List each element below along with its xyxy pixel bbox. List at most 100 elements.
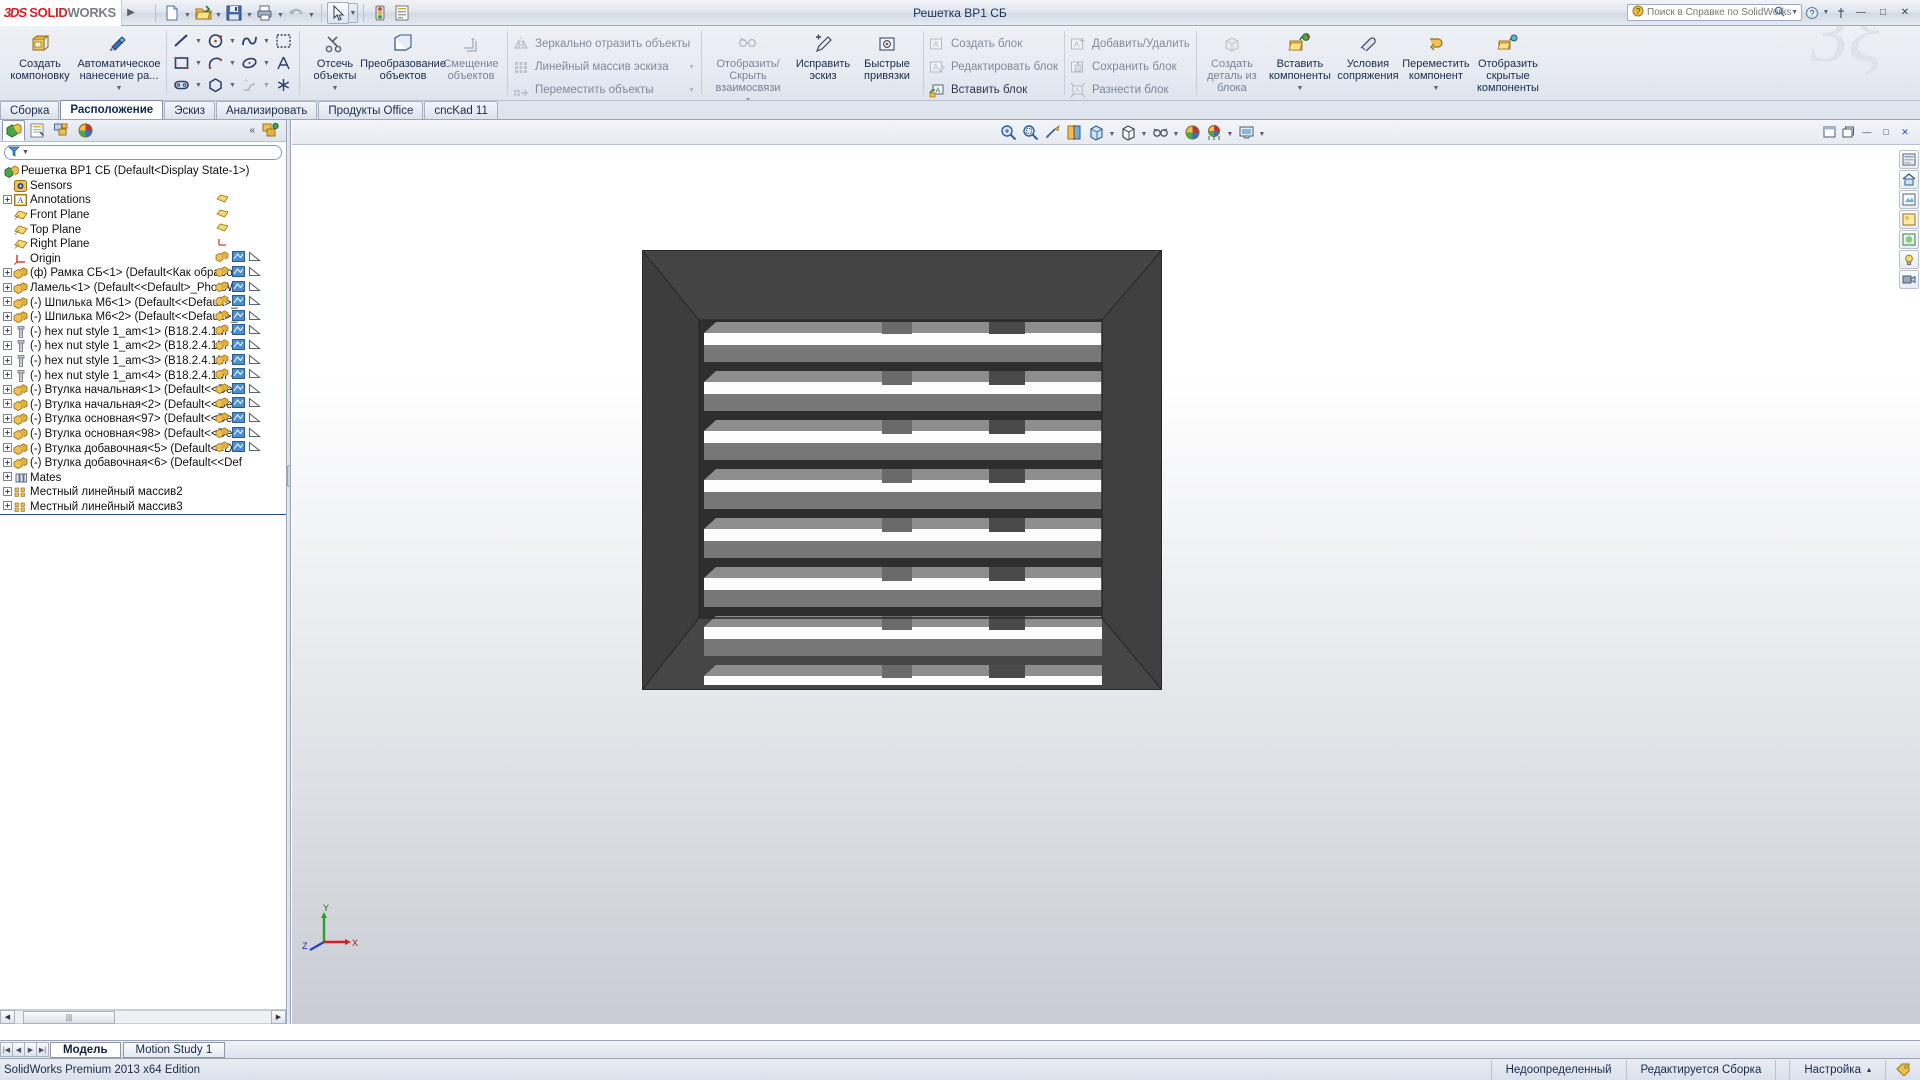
- cameras-side-icon[interactable]: [1899, 270, 1919, 289]
- fillet-dropdown-icon[interactable]: ▼: [261, 82, 272, 89]
- move-component-button[interactable]: Переместить компонент ▼: [1400, 28, 1472, 95]
- tree-expand-icon[interactable]: [2, 194, 13, 206]
- lights-side-icon[interactable]: [1899, 250, 1919, 269]
- tree-expand-icon[interactable]: [2, 326, 13, 337]
- maximize-document-button[interactable]: □: [1877, 124, 1895, 140]
- tab-assembly[interactable]: Сборка: [0, 101, 60, 119]
- view-settings-icon[interactable]: [1235, 121, 1257, 143]
- tree-expand-icon[interactable]: [2, 443, 13, 454]
- tab-evaluate[interactable]: Анализировать: [215, 101, 318, 119]
- filter-dropdown-icon[interactable]: ▼: [22, 149, 29, 156]
- tree-filter-input[interactable]: ▼: [4, 144, 282, 160]
- hide-show-items-dropdown-icon[interactable]: ▼: [1171, 121, 1181, 143]
- tree-expand-icon[interactable]: [2, 399, 13, 410]
- show-hidden-components-button[interactable]: Отобразить скрытые компоненты: [1472, 28, 1544, 94]
- line-icon[interactable]: [170, 31, 193, 51]
- configuration-manager-tab[interactable]: [50, 120, 73, 141]
- edit-block-button[interactable]: A Редактировать блок: [927, 56, 1060, 78]
- home-view-icon[interactable]: [1899, 170, 1919, 189]
- move-entities-button[interactable]: Переместить объекты ▼: [511, 79, 697, 100]
- arc-icon[interactable]: [204, 53, 227, 73]
- trim-entities-button[interactable]: Отсечь объекты ▼: [303, 28, 367, 95]
- tree-expand-icon[interactable]: [2, 501, 13, 512]
- restore-document-icon[interactable]: [1839, 124, 1857, 140]
- section-view-icon[interactable]: [1063, 121, 1085, 143]
- apply-scene-dropdown-icon[interactable]: ▼: [1225, 121, 1235, 143]
- tree-expand-icon[interactable]: [2, 282, 13, 294]
- scroll-thumb[interactable]: |||: [23, 1011, 115, 1024]
- feature-tree[interactable]: Решетка ВР1 СБ (Default<Display State-1>…: [0, 162, 286, 1009]
- trim-entities-caret-icon[interactable]: ▼: [332, 83, 339, 95]
- slot-icon[interactable]: [170, 75, 193, 95]
- hide-show-tree-items-icon[interactable]: [259, 120, 282, 141]
- point-icon[interactable]: [272, 75, 295, 95]
- scroll-right-button[interactable]: ▶: [271, 1010, 286, 1024]
- polygon-icon[interactable]: [204, 75, 227, 95]
- search-icon[interactable]: [1774, 6, 1785, 20]
- auto-relations-button[interactable]: Автоматическое нанесение ра... ▼: [76, 28, 162, 95]
- scenes-side-icon[interactable]: [1899, 210, 1919, 229]
- tree-expand-icon[interactable]: [2, 472, 13, 483]
- tree-expand-icon[interactable]: [2, 428, 13, 439]
- edit-appearance-icon[interactable]: [1181, 121, 1203, 143]
- arc-dropdown-icon[interactable]: ▼: [227, 60, 238, 67]
- model-3d-view[interactable]: [641, 249, 1163, 691]
- tree-expand-icon[interactable]: [2, 370, 13, 381]
- view-orientation-dropdown-icon[interactable]: ▼: [1107, 121, 1117, 143]
- select-region-icon[interactable]: [272, 31, 295, 51]
- slot-dropdown-icon[interactable]: ▼: [193, 82, 204, 89]
- decals-side-icon[interactable]: [1899, 230, 1919, 249]
- zoom-to-area-icon[interactable]: [1019, 121, 1041, 143]
- tree-expand-icon[interactable]: [2, 413, 13, 425]
- tab-model[interactable]: Модель: [50, 1041, 121, 1058]
- make-block-button[interactable]: A Создать блок: [927, 33, 1060, 55]
- polygon-dropdown-icon[interactable]: ▼: [227, 82, 238, 89]
- move-entities-dropdown-icon[interactable]: ▼: [683, 87, 695, 94]
- create-layout-button[interactable]: Создать компоновку: [4, 28, 76, 82]
- tree-expand-icon[interactable]: [2, 355, 13, 367]
- mirror-entities-button[interactable]: Зеркально отразить объекты: [511, 33, 697, 55]
- line-dropdown-icon[interactable]: ▼: [193, 38, 204, 45]
- move-component-caret-icon[interactable]: ▼: [1432, 83, 1439, 95]
- offset-entities-button[interactable]: Смещение объектов: [439, 28, 503, 82]
- view-orientation-icon[interactable]: [1085, 121, 1107, 143]
- splitter-grip[interactable]: [287, 465, 291, 487]
- feature-manager-tab[interactable]: [2, 120, 25, 141]
- tree-expand-icon[interactable]: [2, 384, 13, 396]
- rectangle-dropdown-icon[interactable]: ▼: [193, 60, 204, 67]
- tree-expand-icon[interactable]: [2, 311, 13, 323]
- quick-snaps-button[interactable]: Быстрые привязки: [855, 28, 919, 82]
- add-remove-block-button[interactable]: A Добавить/Удалить: [1068, 33, 1192, 55]
- repair-sketch-button[interactable]: Исправить эскиз: [791, 28, 855, 82]
- scroll-track[interactable]: |||: [15, 1010, 271, 1024]
- tab-motion-study[interactable]: Motion Study 1: [122, 1041, 226, 1058]
- ellipse-dropdown-icon[interactable]: ▼: [261, 60, 272, 67]
- display-relations-button[interactable]: Отобразить/Скрыть взаимосвязи ▼: [705, 28, 791, 100]
- help-search-dropdown-icon[interactable]: ▼: [1791, 9, 1798, 16]
- apply-scene-icon[interactable]: [1203, 121, 1225, 143]
- tree-expand-icon[interactable]: [2, 340, 13, 352]
- tab-cnckad[interactable]: cncKad 11: [424, 101, 498, 119]
- display-style-dropdown-icon[interactable]: ▼: [1139, 121, 1149, 143]
- save-block-button[interactable]: Сохранить блок: [1068, 56, 1192, 78]
- property-manager-tab[interactable]: [26, 120, 49, 141]
- linear-sketch-pattern-button[interactable]: Линейный массив эскиза ▼: [511, 56, 697, 78]
- mate-button[interactable]: Условия сопряжения: [1336, 28, 1400, 82]
- tree-horizontal-scrollbar[interactable]: ◀ ||| ▶: [0, 1009, 286, 1024]
- minimize-document-button[interactable]: —: [1858, 124, 1876, 140]
- view-settings-dropdown-icon[interactable]: ▼: [1257, 121, 1267, 143]
- tree-expand-icon[interactable]: [2, 457, 13, 469]
- tab-sketch[interactable]: Эскиз: [164, 101, 215, 119]
- insert-block-button[interactable]: A Вставить блок: [927, 79, 1060, 100]
- explode-block-button[interactable]: A Разнести блок: [1068, 79, 1192, 100]
- hide-show-items-icon[interactable]: [1149, 121, 1171, 143]
- graphics-area[interactable]: ▼ ▼ ▼ ▼ ▼ — □ ✕ Y X Z: [292, 120, 1920, 1024]
- tab-office-products[interactable]: Продукты Office: [318, 101, 424, 119]
- make-part-from-block-button[interactable]: Создать деталь из блока: [1200, 28, 1264, 94]
- circle-icon[interactable]: [204, 31, 227, 51]
- display-manager-tab[interactable]: [74, 120, 97, 141]
- status-tag-icon[interactable]: [1885, 1059, 1920, 1080]
- tab-layout[interactable]: Расположение: [60, 100, 164, 119]
- circle-dropdown-icon[interactable]: ▼: [227, 38, 238, 45]
- display-manager-side-icon[interactable]: [1899, 150, 1919, 169]
